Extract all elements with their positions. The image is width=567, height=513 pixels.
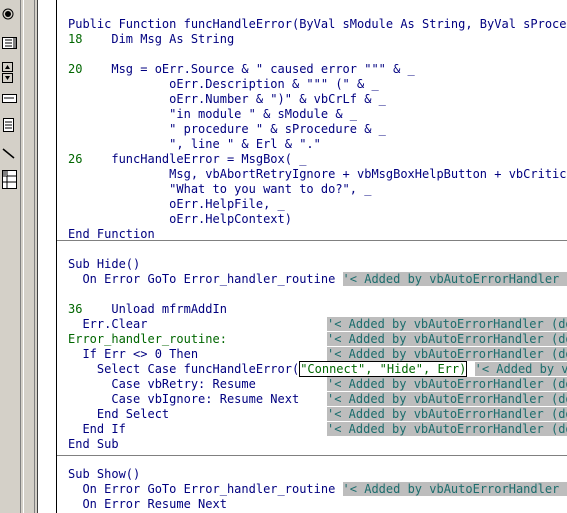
- code-line: Sub Hide(): [68, 257, 141, 271]
- code-line: On Error GoTo Error_handler_routine '< A…: [68, 272, 567, 287]
- code-line: '< Added by vbAutoErrorHandler (do: [327, 332, 567, 347]
- selected-text: "Connect", "Hide", Err): [299, 361, 468, 377]
- procedure-divider: [57, 240, 567, 241]
- code-line: Err.Clear: [68, 317, 148, 331]
- line-number: [68, 182, 82, 196]
- line-number: [68, 137, 82, 151]
- line-number: [68, 167, 82, 181]
- code-line: Public Function funcHandleError(ByVal sM…: [68, 17, 567, 31]
- line-number: 36: [68, 302, 83, 316]
- toolbox: [0, 0, 21, 513]
- code-line: Msg, vbAbortRetryIgnore + vbMsgBoxHelpBu…: [68, 167, 567, 182]
- code-line: On Error Resume Next: [68, 497, 227, 511]
- code-line: "in module " & sModule & _: [68, 107, 357, 122]
- label: Error_handler_routine:: [68, 332, 227, 346]
- splitter[interactable]: [21, 0, 38, 513]
- document-icon[interactable]: [2, 118, 16, 132]
- comment: '< Added by vbAu: [474, 362, 567, 376]
- code-line: '< Added by vbAutoErrorHandler (do: [327, 317, 567, 332]
- code-line: " procedure " & sProcedure & _: [68, 122, 386, 137]
- code-line: '< Added by vbAutoErrorHandler (do: [327, 422, 567, 437]
- line-number: 18: [68, 32, 83, 46]
- code-line: End If: [68, 422, 126, 436]
- code-line: Error_handler_routine:: [68, 332, 227, 347]
- comment: '< Added by vbAutoErrorHandler (do: [327, 392, 567, 406]
- code-line: oErr.Number & ")" & vbCrLf & _: [68, 92, 386, 107]
- comment: '< Added by vbAutoErrorHandler (do: [342, 482, 567, 496]
- code-line: '< Added by vbAutoErrorHandler (do: [327, 347, 567, 362]
- code-line: "What to you want to do?", _: [68, 182, 371, 197]
- grid-icon[interactable]: [2, 170, 17, 192]
- spin-arrows-icon[interactable]: [2, 62, 16, 84]
- line-icon[interactable]: [2, 146, 16, 160]
- code-line: 20 Msg = oErr.Source & " caused error ""…: [68, 62, 415, 76]
- code-line: '< Added by vbAutoErrorHandler (do: [327, 392, 567, 407]
- list-box-icon[interactable]: [2, 36, 17, 50]
- comment: '< Added by vbAutoErrorHandler (do: [342, 272, 567, 286]
- textbox-icon[interactable]: [2, 92, 17, 106]
- comment: '< Added by vbAutoErrorHandler (do: [327, 407, 567, 421]
- code-line: If Err <> 0 Then: [68, 347, 199, 361]
- line-number: 20: [68, 62, 83, 76]
- code-line: Case vbRetry: Resume: [68, 377, 256, 391]
- margin-indicator-bar[interactable]: [38, 0, 57, 513]
- line-number: [68, 92, 82, 106]
- pointer-icon[interactable]: [2, 8, 16, 22]
- comment: '< Added by vbAutoErrorHandler (do: [327, 422, 567, 436]
- comment: '< Added by vbAutoErrorHandler (do: [327, 317, 567, 331]
- code-line: 36 Unload mfrmAddIn: [68, 302, 227, 316]
- code-editor[interactable]: Public Function funcHandleError(ByVal sM…: [57, 0, 567, 513]
- code-line: '< Added by vbAutoErrorHandler (do: [327, 377, 567, 392]
- comment: '< Added by vbAutoErrorHandler (do: [327, 332, 567, 346]
- code-line: End Sub: [68, 437, 119, 451]
- code-line: 26 funcHandleError = MsgBox( _: [68, 152, 307, 166]
- code-line: End Select: [68, 407, 170, 421]
- line-number: [68, 212, 82, 226]
- code-line: Case vbIgnore: Resume Next: [68, 392, 300, 406]
- code-line: oErr.HelpFile, _: [68, 197, 285, 212]
- procedure-divider: [57, 455, 567, 456]
- code-line: On Error GoTo Error_handler_routine '< A…: [68, 482, 567, 497]
- code-line: ", line " & Erl & ".": [68, 137, 321, 152]
- line-number: [68, 122, 82, 136]
- line-number: [68, 77, 82, 91]
- code-line: 18 Dim Msg As String: [68, 32, 235, 46]
- comment: '< Added by vbAutoErrorHandler (do: [327, 347, 567, 361]
- line-number: 26: [68, 152, 83, 166]
- code-line: oErr.Description & """ (" & _: [68, 77, 379, 92]
- code-line: Select Case funcHandleError("Connect", "…: [68, 361, 567, 377]
- line-number: [68, 197, 82, 211]
- code-line: oErr.HelpContext): [68, 212, 292, 227]
- code-line: Sub Show(): [68, 467, 141, 481]
- comment: '< Added by vbAutoErrorHandler (do: [327, 377, 567, 391]
- code-line: '< Added by vbAutoErrorHandler (do: [327, 407, 567, 422]
- line-number: [68, 107, 82, 121]
